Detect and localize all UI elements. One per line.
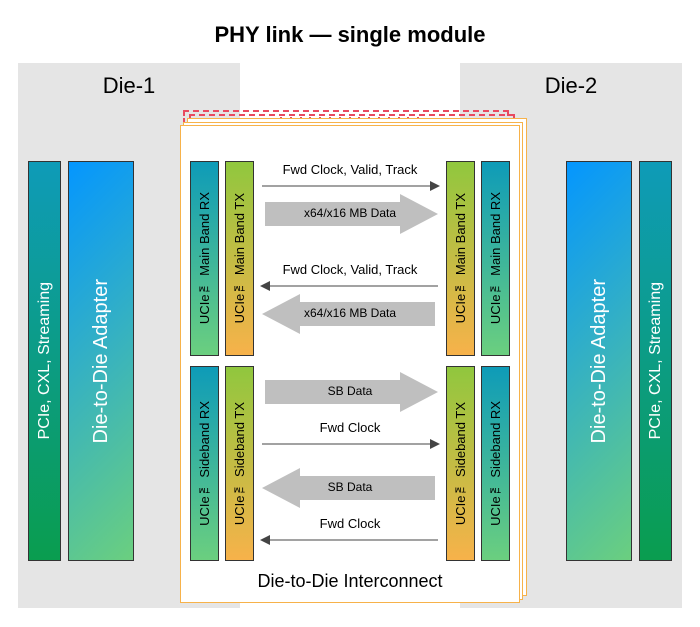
signal-label: Fwd Clock <box>260 516 440 532</box>
die-2-label: Die-2 <box>460 73 682 99</box>
d2d-label: Die-to-Die Interconnect <box>181 571 519 592</box>
fat-arrow-right-icon: SB Data <box>260 372 440 412</box>
pcie-label: PCIe, CXL, Streaming <box>647 282 665 439</box>
signal-group-mb-left: Fwd Clock, Valid, Track x64/x16 MB Data <box>260 262 440 334</box>
pcie-label: PCIe, CXL, Streaming <box>36 282 54 439</box>
diagram-title: PHY link — single module <box>0 22 700 48</box>
arrow-left-icon <box>260 532 440 548</box>
mb-rx-right: UCIe™ Main Band RX <box>481 161 510 356</box>
sb-rx-label: UCIe™ Sideband RX <box>197 401 212 526</box>
signal-group-mb-right: Fwd Clock, Valid, Track x64/x16 MB Data <box>260 162 440 234</box>
mb-rx-label: UCIe™ Main Band RX <box>197 192 212 324</box>
fat-arrow-left-icon: x64/x16 MB Data <box>260 294 440 334</box>
mb-tx-label: UCIe™ Main Band TX <box>453 193 468 323</box>
mb-tx-right: UCIe™ Main Band TX <box>446 161 475 356</box>
pcie-bar-left: PCIe, CXL, Streaming <box>28 161 61 561</box>
mb-tx-left: UCIe™ Main Band TX <box>225 161 254 356</box>
adapter-label: Die-to-Die Adapter <box>90 279 113 444</box>
mb-tx-label: UCIe™ Main Band TX <box>232 193 247 323</box>
signal-label: SB Data <box>328 481 373 494</box>
signal-label: x64/x16 MB Data <box>304 307 396 320</box>
fat-arrow-left-icon: SB Data <box>260 468 440 508</box>
signal-group-sb-left: SB Data Fwd Clock <box>260 468 440 548</box>
sb-rx-right: UCIe™ Sideband RX <box>481 366 510 561</box>
fat-arrow-right-icon: x64/x16 MB Data <box>260 194 440 234</box>
sb-tx-left: UCIe™ Sideband TX <box>225 366 254 561</box>
adapter-bar-right: Die-to-Die Adapter <box>566 161 632 561</box>
sb-rx-left: UCIe™ Sideband RX <box>190 366 219 561</box>
sb-tx-right: UCIe™ Sideband TX <box>446 366 475 561</box>
signal-label: Fwd Clock, Valid, Track <box>260 262 440 278</box>
die-1-label: Die-1 <box>18 73 240 99</box>
arrow-left-icon <box>260 278 440 294</box>
sb-tx-label: UCIe™ Sideband TX <box>232 402 247 525</box>
sb-tx-label: UCIe™ Sideband TX <box>453 402 468 525</box>
signal-label: Fwd Clock, Valid, Track <box>260 162 440 178</box>
pcie-bar-right: PCIe, CXL, Streaming <box>639 161 672 561</box>
signal-label: x64/x16 MB Data <box>304 207 396 220</box>
adapter-bar-left: Die-to-Die Adapter <box>68 161 134 561</box>
mb-rx-left: UCIe™ Main Band RX <box>190 161 219 356</box>
mb-rx-label: UCIe™ Main Band RX <box>488 192 503 324</box>
signal-label: Fwd Clock <box>260 420 440 436</box>
arrow-right-icon <box>260 178 440 194</box>
signal-group-sb-right: SB Data Fwd Clock <box>260 372 440 452</box>
sb-rx-label: UCIe™ Sideband RX <box>488 401 503 526</box>
arrow-right-icon <box>260 436 440 452</box>
adapter-label: Die-to-Die Adapter <box>588 279 611 444</box>
signal-label: SB Data <box>328 385 373 398</box>
diagram-canvas: PHY link — single module Die-1 Die-2 Die… <box>0 0 700 627</box>
